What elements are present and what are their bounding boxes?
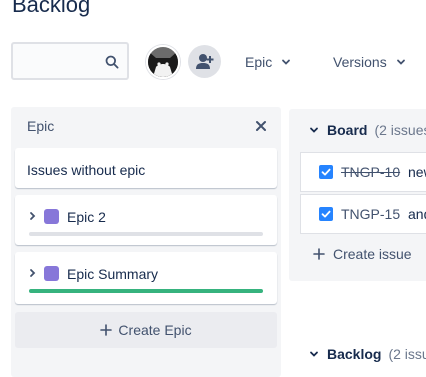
issue-key[interactable]: TNGP-10	[341, 164, 400, 180]
epic-progress-bar	[29, 289, 263, 293]
board-section: Board (2 issues TNGP-10 new TNGP-15 and …	[289, 109, 426, 281]
chevron-down-icon	[310, 127, 318, 133]
checkbox-icon	[319, 207, 333, 221]
create-epic-label: Create Epic	[118, 322, 192, 338]
board-name: Board	[327, 122, 368, 138]
board-header[interactable]: Board (2 issues	[309, 122, 426, 138]
issue-key[interactable]: TNGP-15	[341, 206, 400, 222]
issues-without-epic[interactable]: Issues without epic	[15, 148, 277, 188]
issues-without-epic-label: Issues without epic	[27, 162, 146, 178]
avatar-image	[148, 47, 178, 77]
plus-icon	[313, 248, 325, 260]
chevron-down-icon	[282, 59, 291, 65]
search-input[interactable]	[19, 52, 109, 72]
avatar[interactable]	[146, 45, 180, 79]
page-title: Backlog	[12, 0, 91, 17]
create-issue-button[interactable]: Create issue	[313, 246, 412, 262]
create-issue-label: Create issue	[333, 246, 412, 262]
backlog-header[interactable]: Backlog (2 issu	[309, 346, 426, 362]
epic-panel-title: Epic	[27, 118, 55, 134]
checkbox-icon	[319, 165, 333, 179]
epic-color-swatch	[44, 266, 59, 281]
epic-progress-bar	[29, 232, 263, 236]
chevron-right-icon[interactable]	[28, 211, 37, 221]
issue-summary: new	[408, 164, 426, 180]
backlog-name: Backlog	[327, 346, 382, 362]
epic-filter-label: Epic	[245, 54, 273, 70]
plus-icon	[100, 324, 113, 336]
add-people-button[interactable]	[188, 45, 221, 78]
search-box[interactable]	[11, 42, 129, 80]
chevron-right-icon[interactable]	[28, 268, 37, 278]
issue-summary: and	[408, 206, 426, 222]
versions-filter-label: Versions	[333, 54, 387, 70]
issue-row[interactable]: TNGP-15 and	[301, 195, 426, 233]
epic-name: Epic 2	[67, 209, 106, 225]
versions-filter[interactable]: Versions	[333, 52, 406, 72]
close-icon[interactable]	[254, 119, 268, 133]
create-epic-button[interactable]: Create Epic	[15, 312, 277, 348]
add-user-icon	[196, 54, 214, 69]
epic-filter[interactable]: Epic	[245, 52, 291, 72]
backlog-issue-count: (2 issu	[388, 346, 426, 362]
chevron-down-icon	[310, 351, 318, 357]
board-issue-count: (2 issues	[374, 122, 426, 138]
search-icon	[105, 55, 119, 69]
epic-item[interactable]: Epic 2	[15, 195, 277, 245]
epic-name: Epic Summary	[67, 266, 159, 282]
epic-progress-fill	[29, 289, 263, 293]
epic-panel: Epic Issues without epic Epic 2 Epic Sum…	[11, 107, 281, 377]
chevron-down-icon	[396, 59, 405, 65]
epic-color-swatch	[44, 209, 59, 224]
epic-item[interactable]: Epic Summary	[15, 252, 277, 304]
issue-row[interactable]: TNGP-10 new	[301, 153, 426, 191]
